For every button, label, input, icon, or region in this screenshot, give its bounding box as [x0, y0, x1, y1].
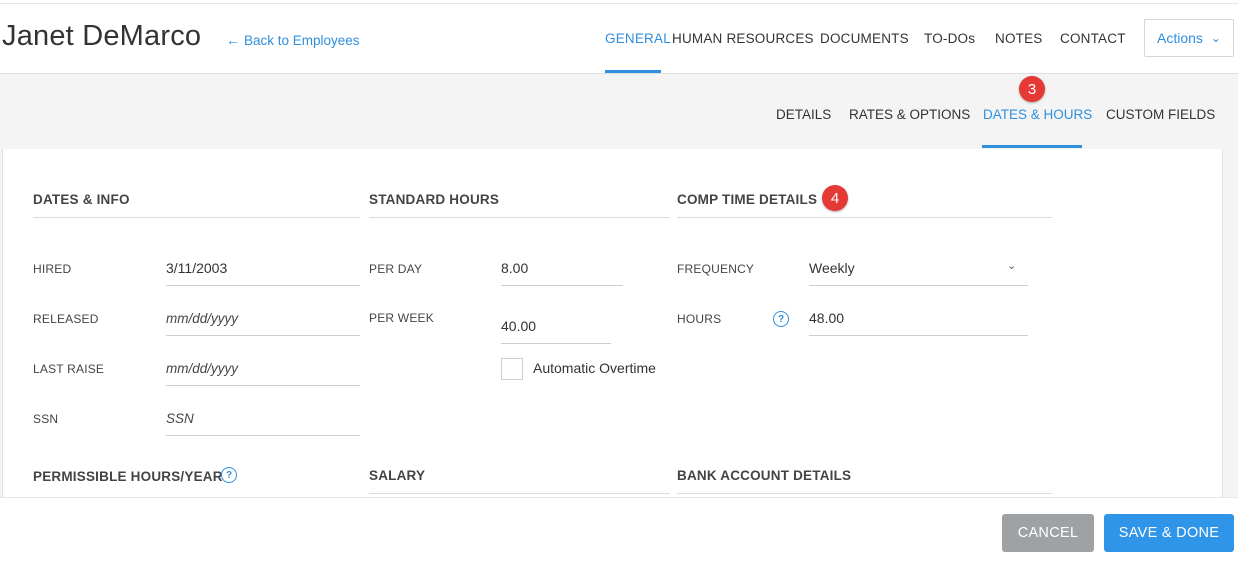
- subtab-dates-hours[interactable]: DATES & HOURS: [983, 107, 1092, 122]
- section-title-dates-info: DATES & INFO: [33, 192, 130, 207]
- back-link-label: Back to Employees: [244, 32, 360, 48]
- input-underline: [809, 285, 1028, 286]
- arrow-left-icon: ←: [226, 32, 240, 48]
- help-icon[interactable]: ?: [773, 311, 789, 327]
- last-raise-input[interactable]: mm/dd/yyyy: [166, 361, 238, 376]
- section-divider: [677, 493, 1052, 494]
- automatic-overtime-label: Automatic Overtime: [533, 360, 656, 376]
- actions-dropdown-button[interactable]: Actions ⌄: [1144, 19, 1234, 57]
- section-title-comp-time: COMP TIME DETAILS: [677, 192, 818, 207]
- tab-contact[interactable]: CONTACT: [1060, 31, 1126, 46]
- ssn-input[interactable]: SSN: [166, 411, 194, 426]
- per-week-input[interactable]: 40.00: [501, 318, 536, 334]
- section-divider: [369, 217, 670, 218]
- help-icon[interactable]: ?: [221, 467, 237, 483]
- step-3-badge: 3: [1019, 76, 1045, 102]
- section-title-salary: SALARY: [369, 468, 426, 483]
- input-underline: [809, 335, 1028, 336]
- subtab-details[interactable]: DETAILS: [776, 107, 831, 122]
- input-underline: [501, 343, 611, 344]
- tab-general[interactable]: GENERAL: [605, 31, 671, 46]
- tab-todos[interactable]: TO-DOs: [924, 31, 975, 46]
- section-divider: [369, 493, 670, 494]
- last-raise-label: LAST RAISE: [33, 362, 105, 376]
- automatic-overtime-checkbox[interactable]: [501, 358, 523, 380]
- frequency-select[interactable]: Weekly: [809, 260, 855, 276]
- tab-documents[interactable]: DOCUMENTS: [820, 31, 909, 46]
- section-divider: [33, 217, 360, 218]
- chevron-down-icon[interactable]: ⌄: [1007, 259, 1016, 272]
- hired-label: HIRED: [33, 262, 72, 276]
- section-title-bank-account: BANK ACCOUNT DETAILS: [677, 468, 852, 483]
- active-subtab-indicator: [982, 145, 1082, 148]
- employee-name: Janet DeMarco: [2, 20, 202, 52]
- employee-header: Janet DeMarco ← Back to Employees GENERA…: [0, 4, 1238, 74]
- section-title-standard-hours: STANDARD HOURS: [369, 192, 500, 207]
- subtab-rates-options[interactable]: RATES & OPTIONS: [849, 107, 970, 122]
- comp-hours-input[interactable]: 48.00: [809, 310, 844, 326]
- released-input[interactable]: mm/dd/yyyy: [166, 311, 238, 326]
- per-day-input[interactable]: 8.00: [501, 260, 528, 276]
- ssn-label: SSN: [33, 412, 59, 426]
- hours-label: HOURS: [677, 312, 722, 326]
- section-title-permissible-hours: PERMISSIBLE HOURS/YEAR: [33, 469, 223, 484]
- dates-hours-panel: DATES & INFO STANDARD HOURS COMP TIME DE…: [2, 149, 1223, 497]
- per-week-label: PER WEEK: [369, 311, 434, 325]
- input-underline: [166, 385, 360, 386]
- released-label: RELEASED: [33, 312, 99, 326]
- subtab-bar: DETAILS RATES & OPTIONS DATES & HOURS CU…: [0, 74, 1238, 149]
- input-underline: [166, 285, 360, 286]
- back-to-employees-link[interactable]: ← Back to Employees: [226, 32, 360, 48]
- frequency-label: FREQUENCY: [677, 262, 755, 276]
- chevron-down-icon: ⌄: [1210, 31, 1221, 45]
- input-underline: [166, 335, 360, 336]
- hired-input[interactable]: 3/11/2003: [166, 260, 227, 276]
- tab-human-resources[interactable]: HUMAN RESOURCES: [672, 31, 814, 46]
- subtab-custom-fields[interactable]: CUSTOM FIELDS: [1106, 107, 1215, 122]
- input-underline: [166, 435, 360, 436]
- input-underline: [501, 285, 623, 286]
- tab-notes[interactable]: NOTES: [995, 31, 1043, 46]
- actions-label: Actions: [1157, 30, 1203, 46]
- step-4-badge: 4: [822, 185, 848, 211]
- active-tab-indicator: [605, 70, 661, 73]
- footer-actions: CANCEL SAVE & DONE: [0, 497, 1238, 566]
- save-and-done-button[interactable]: SAVE & DONE: [1104, 514, 1234, 552]
- panel-gutter-right: [1223, 149, 1238, 497]
- cancel-button[interactable]: CANCEL: [1002, 514, 1094, 552]
- per-day-label: PER DAY: [369, 262, 423, 276]
- section-divider: [677, 217, 1052, 218]
